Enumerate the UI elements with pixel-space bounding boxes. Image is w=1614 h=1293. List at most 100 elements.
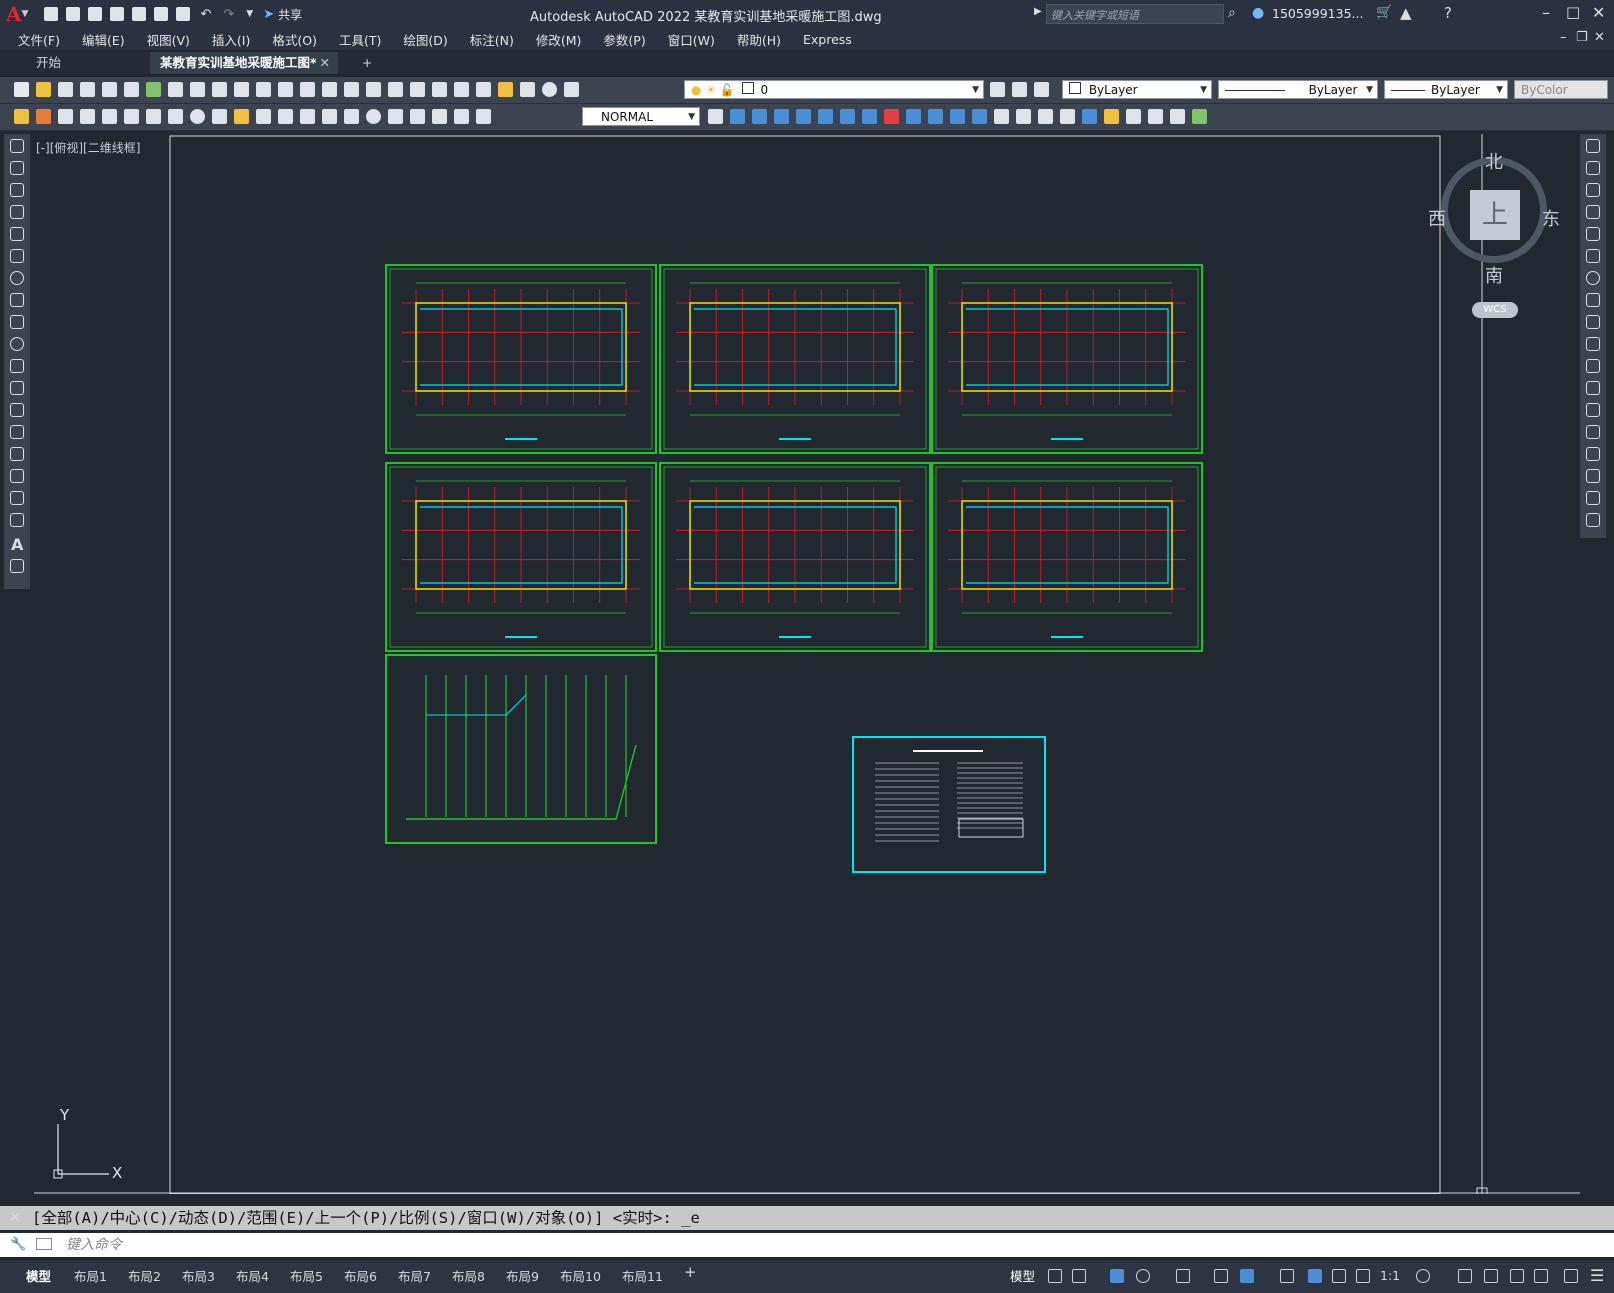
customize-icon[interactable]: 🔧 — [10, 1237, 26, 1252]
menu-window[interactable]: 窗口(W) — [668, 30, 715, 49]
dim-update-icon[interactable] — [14, 109, 29, 124]
dim-angular-icon[interactable] — [212, 109, 227, 124]
arc-icon[interactable] — [10, 249, 24, 263]
layout-tab-10[interactable]: 布局10 — [560, 1266, 601, 1285]
explode-icon[interactable] — [1586, 513, 1600, 527]
isodraft-icon[interactable] — [1176, 1269, 1190, 1283]
autocad-logo[interactable]: A — [6, 2, 22, 26]
close-command-icon[interactable]: ✕ — [9, 1210, 21, 1226]
dim-continue-icon[interactable] — [278, 109, 293, 124]
layer-states-icon[interactable] — [1034, 82, 1049, 97]
open-file-icon[interactable] — [66, 7, 81, 21]
tab-close-icon[interactable]: ✕ — [320, 52, 330, 74]
layout-tab-7[interactable]: 布局7 — [398, 1266, 431, 1285]
layout-tab-6[interactable]: 布局6 — [344, 1266, 377, 1285]
autodesk-app-icon[interactable]: ▲ — [1400, 4, 1412, 22]
block-editor-icon[interactable] — [256, 82, 271, 97]
close-icon[interactable]: ✕ — [1592, 3, 1605, 22]
annotation-scale-value[interactable]: 1:1 — [1380, 1268, 1400, 1283]
dim-aligned-icon[interactable] — [80, 109, 95, 124]
table-icon[interactable] — [10, 513, 24, 527]
isolate-objects-icon[interactable] — [1484, 1269, 1498, 1283]
match-properties-icon[interactable] — [234, 82, 249, 97]
fullscreen-icon[interactable] — [1564, 1269, 1578, 1283]
search-expand-icon[interactable]: ▶ — [1034, 6, 1042, 17]
extend-icon[interactable] — [1586, 359, 1600, 373]
compass-west[interactable]: 西 — [1428, 205, 1446, 231]
menu-view[interactable]: 视图(V) — [147, 30, 190, 49]
status-model-space[interactable]: 模型 — [1010, 1266, 1035, 1285]
circle-icon[interactable] — [10, 271, 24, 285]
zoom-previous-icon[interactable] — [388, 82, 403, 97]
dim-radius-icon[interactable] — [146, 109, 161, 124]
design-center-icon[interactable] — [432, 82, 447, 97]
hardware-acceleration-icon[interactable] — [1510, 1269, 1524, 1283]
make-current-icon[interactable] — [990, 82, 1005, 97]
dim-override-icon[interactable] — [476, 109, 491, 124]
3dprint-icon[interactable] — [146, 82, 161, 97]
maximize-icon[interactable]: □ — [1566, 3, 1580, 21]
make-block-icon[interactable] — [10, 403, 24, 417]
layer-properties-icon[interactable] — [564, 82, 579, 97]
move-icon[interactable] — [840, 109, 855, 124]
cart-icon[interactable]: 🛒 — [1376, 5, 1392, 20]
linetype-dropdown[interactable]: ByLayer ▼ — [1218, 80, 1378, 99]
quick-dim-icon[interactable] — [234, 109, 249, 124]
layout-tab-1[interactable]: 布局1 — [74, 1266, 107, 1285]
share-label[interactable]: 共享 — [278, 6, 302, 23]
object-snap-tracking-icon[interactable] — [1214, 1269, 1228, 1283]
dim-break-icon[interactable] — [322, 109, 337, 124]
trim-icon[interactable] — [950, 109, 965, 124]
layer-dropdown[interactable]: ● ☀ 🔓 0 ▼ — [684, 80, 984, 99]
stretch-icon[interactable] — [1586, 315, 1600, 329]
layout-tab-3[interactable]: 布局3 — [182, 1266, 215, 1285]
layout-tab-4[interactable]: 布局4 — [236, 1266, 269, 1285]
revision-cloud-icon[interactable] — [10, 293, 24, 307]
compass-east[interactable]: 东 — [1542, 205, 1560, 231]
user-icon[interactable]: ● — [1252, 5, 1264, 21]
inspect-icon[interactable] — [388, 109, 403, 124]
dim-arc-icon[interactable] — [102, 109, 117, 124]
layout-tab-model[interactable]: 模型 — [26, 1266, 51, 1285]
dim-edit-icon[interactable] — [432, 109, 447, 124]
mtext-icon[interactable]: A — [11, 535, 30, 554]
tab-start[interactable]: 开始 — [26, 52, 126, 74]
fillet-icon[interactable] — [1148, 109, 1163, 124]
drawing-canvas[interactable]: Y X — [34, 134, 1580, 1199]
tolerance-icon[interactable] — [344, 109, 359, 124]
dim-text-edit-icon[interactable] — [454, 109, 469, 124]
properties-icon[interactable] — [410, 82, 425, 97]
layout-tab-5[interactable]: 布局5 — [290, 1266, 323, 1285]
extend-icon[interactable] — [972, 109, 987, 124]
draworder-above-icon[interactable] — [1038, 109, 1053, 124]
dim-jogged-icon[interactable] — [168, 109, 183, 124]
polyline-icon[interactable] — [10, 183, 24, 197]
draworder-under-icon[interactable] — [1060, 109, 1075, 124]
dimstyle-dropdown[interactable]: NORMAL ▼ — [582, 107, 700, 126]
copy-icon[interactable] — [190, 82, 205, 97]
plot-preview-icon[interactable] — [102, 82, 117, 97]
redo-icon[interactable] — [300, 82, 315, 97]
workspace-gear-icon[interactable] — [1416, 1269, 1430, 1283]
redo-icon[interactable]: ↷ — [223, 7, 234, 22]
paste-icon[interactable] — [212, 82, 227, 97]
cut-icon[interactable] — [168, 82, 183, 97]
chamfer-icon[interactable] — [1586, 447, 1600, 461]
explode-icon[interactable] — [1170, 109, 1185, 124]
erase-icon[interactable] — [730, 109, 745, 124]
break-icon[interactable] — [1082, 109, 1097, 124]
array-icon[interactable] — [1586, 227, 1600, 241]
wcs-menu[interactable]: WCS — [1472, 302, 1518, 318]
zoom-realtime-icon[interactable] — [344, 82, 359, 97]
mirror-icon[interactable] — [774, 109, 789, 124]
help-icon[interactable]: ? — [1444, 4, 1452, 22]
insert-block-icon[interactable] — [10, 381, 24, 395]
spline-icon[interactable] — [10, 315, 24, 329]
markup-icon[interactable] — [498, 82, 513, 97]
draworder-back-icon[interactable] — [1016, 109, 1031, 124]
plot-icon[interactable] — [80, 82, 95, 97]
layout-tab-8[interactable]: 布局8 — [452, 1266, 485, 1285]
rotate-icon[interactable] — [1586, 271, 1600, 285]
user-name[interactable]: 1505999135... — [1272, 6, 1363, 21]
stretch-icon[interactable] — [928, 109, 943, 124]
